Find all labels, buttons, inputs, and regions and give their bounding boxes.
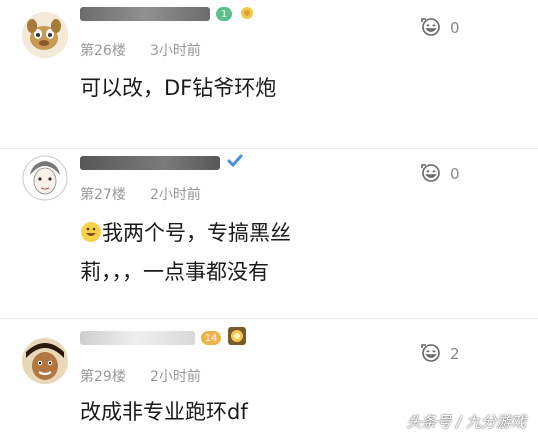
- level-badge: 1: [216, 7, 232, 21]
- verified-icon: [226, 153, 244, 173]
- username[interactable]: 1: [80, 4, 256, 24]
- like-count: 0: [450, 19, 460, 37]
- user-avatar[interactable]: [22, 338, 68, 384]
- username-obscured: [80, 331, 195, 345]
- username-obscured: [80, 156, 220, 170]
- like-count: 0: [450, 165, 460, 183]
- username[interactable]: [80, 153, 244, 173]
- floor-number: 第26楼: [80, 43, 126, 59]
- grinning-emoji-icon: [80, 218, 102, 254]
- user-avatar[interactable]: [22, 155, 68, 201]
- username[interactable]: 14: [80, 326, 247, 350]
- comment-divider: [0, 318, 538, 319]
- comment-time: 2小时前: [150, 187, 201, 203]
- grin-face-icon: [418, 340, 442, 368]
- comment-line-1: 我两个号，专搞黑丝: [80, 215, 520, 254]
- comment-text: 我两个号，专搞黑丝 莉，，，一点事都没有: [80, 215, 520, 290]
- like-count: 2: [450, 345, 460, 363]
- grin-face-icon: [418, 14, 442, 42]
- medal-icon: [238, 4, 256, 24]
- like-button[interactable]: 0: [418, 160, 460, 188]
- comment-time: 2小时前: [150, 369, 201, 385]
- username-obscured: [80, 7, 210, 21]
- grin-face-icon: [418, 160, 442, 188]
- comment-line: 可以改，DF钻爷环炮: [80, 76, 277, 100]
- user-avatar[interactable]: [22, 12, 68, 58]
- medal-icon: [227, 326, 247, 350]
- comment-floor-26: 1 第26楼 3小时前 0 可以改，DF钻爷环炮: [0, 0, 538, 120]
- comment-divider: [0, 148, 538, 149]
- watermark: 头条号 / 九分游戏: [406, 413, 526, 431]
- floor-number: 第27楼: [80, 187, 126, 203]
- like-button[interactable]: 2: [418, 340, 460, 368]
- comment-time: 3小时前: [150, 43, 201, 59]
- like-button[interactable]: 0: [418, 14, 460, 42]
- comment-line: 改成非专业跑环df: [80, 400, 248, 424]
- comment-line-2: 莉，，，一点事都没有: [80, 260, 269, 284]
- comment-text: 可以改，DF钻爷环炮: [80, 70, 520, 106]
- comment-line-text: 我两个号，专搞黑丝: [102, 221, 291, 245]
- comment-floor-27: 第27楼 2小时前 0 我两个号，专搞黑丝 莉，，，一点事都没有: [0, 150, 538, 320]
- level-badge: 14: [201, 331, 221, 345]
- floor-number: 第29楼: [80, 369, 126, 385]
